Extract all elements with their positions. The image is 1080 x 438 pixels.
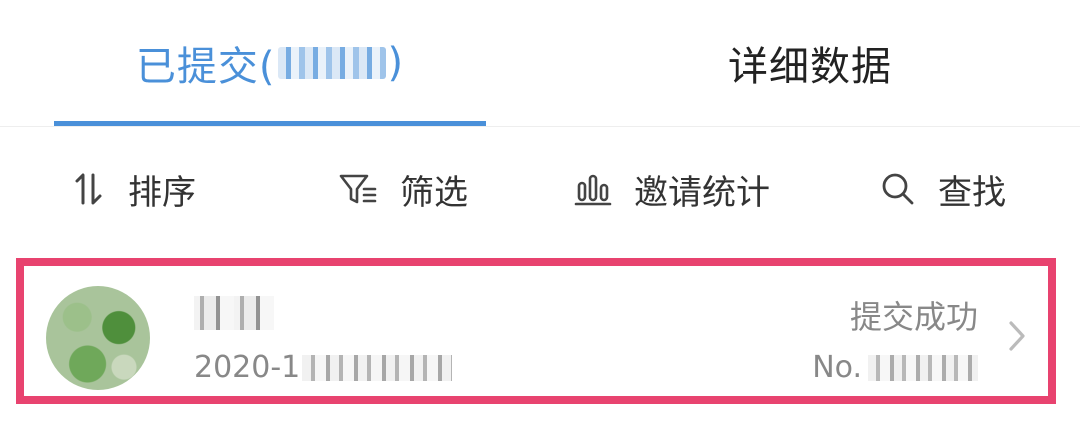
tab-submitted[interactable]: 已提交(): [54, 0, 486, 126]
chevron-right-icon: [1002, 318, 1032, 354]
submission-list-item[interactable]: 2020-1 提交成功 No.: [16, 258, 1056, 404]
invite-stats-label: 邀请统计: [634, 172, 770, 213]
submission-serial: No.: [812, 350, 978, 385]
tab-details-label: 详细数据: [728, 44, 892, 90]
sort-button[interactable]: 排序: [72, 127, 196, 251]
invite-stats-button[interactable]: 邀请统计: [574, 127, 770, 251]
serial-prefix: No.: [812, 350, 862, 385]
submission-count-redacted: [277, 47, 386, 79]
avatar: [46, 286, 150, 390]
search-icon: [880, 171, 916, 207]
tab-bar: 已提交() 详细数据: [0, 0, 1080, 127]
filter-button[interactable]: 筛选: [338, 127, 468, 251]
search-label: 查找: [938, 172, 1006, 213]
status-label: 提交成功: [849, 298, 978, 336]
action-toolbar: 排序 筛选 邀请统计 查找: [0, 127, 1080, 251]
serial-number-redacted: [868, 354, 978, 381]
sort-label: 排序: [128, 172, 196, 213]
tab-submitted-label: 已提交(: [135, 44, 276, 90]
filter-label: 筛选: [400, 172, 468, 213]
tab-submitted-suffix: ): [387, 40, 405, 86]
submission-date: 2020-1: [194, 350, 453, 385]
sort-icon: [72, 171, 106, 207]
filter-icon: [338, 171, 378, 207]
bar-chart-icon: [574, 171, 612, 207]
tab-details[interactable]: 详细数据: [594, 0, 1026, 126]
submission-date-prefix: 2020-1: [194, 350, 301, 385]
submitter-name-redacted: [194, 296, 274, 330]
search-button[interactable]: 查找: [880, 127, 1006, 251]
submission-date-redacted: [302, 354, 453, 381]
active-tab-indicator: [54, 121, 486, 126]
